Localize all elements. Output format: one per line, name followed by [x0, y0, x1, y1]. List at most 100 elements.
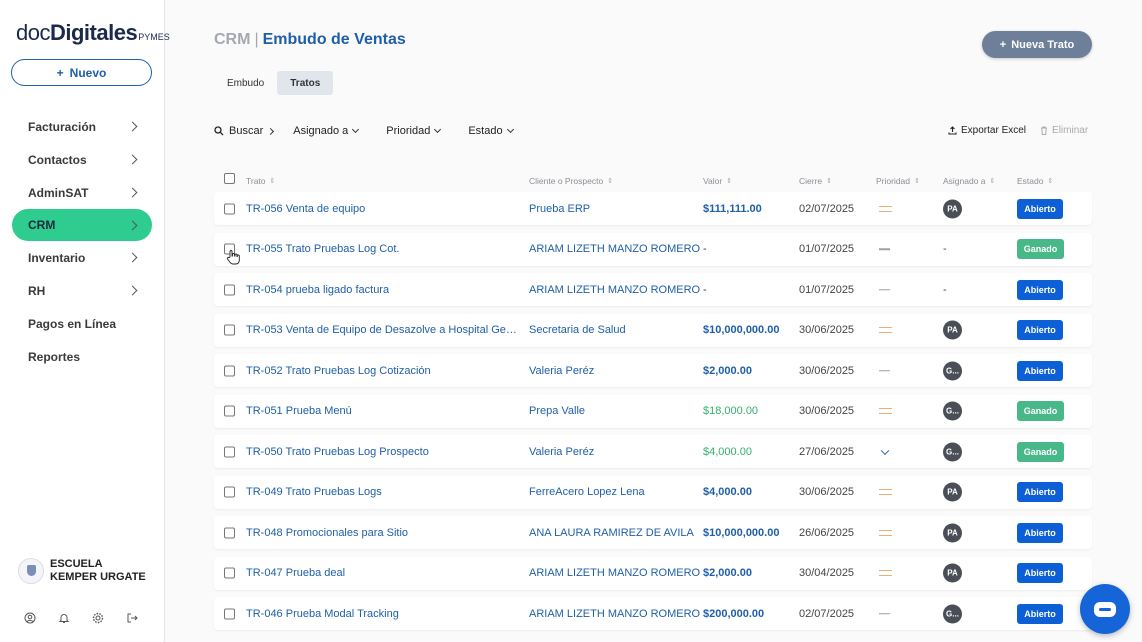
client-link[interactable]: Prueba ERP	[529, 203, 590, 215]
checkbox[interactable]	[224, 173, 235, 184]
chevron-right-icon	[127, 220, 138, 230]
deal-link[interactable]: TR-053 Venta de Equipo de Desazolve a Ho…	[246, 324, 518, 336]
status-badge[interactable]: Abierto	[1017, 603, 1063, 624]
client-link[interactable]: ARIAM LIZETH MANZO ROMERO	[529, 243, 700, 255]
deal-link[interactable]: TR-052 Trato Pruebas Log Cotización	[246, 365, 431, 377]
table-row[interactable]: TR-053 Venta de Equipo de Desazolve a Ho…	[214, 313, 1092, 347]
table-row[interactable]: TR-055 Trato Pruebas Log Cot. ARIAM LIZET…	[214, 232, 1092, 266]
client-link[interactable]: Valeria Peréz	[529, 446, 594, 458]
table-row[interactable]: TR-048 Promocionales para Sitio ANA LAURA…	[214, 516, 1092, 549]
client-link[interactable]: ANA LAURA RAMIREZ DE AVILA	[529, 527, 694, 539]
filter-assigned[interactable]: Asignado a	[293, 125, 360, 137]
select-all-checkbox[interactable]	[224, 173, 235, 184]
column-cliente[interactable]: Cliente o Prospecto ⇕	[529, 176, 613, 186]
column-asignado[interactable]: Asignado a ⇕	[943, 176, 995, 186]
column-estado[interactable]: Estado ⇕	[1017, 176, 1053, 186]
table-row[interactable]: TR-049 Trato Pruebas Logs FerreAcero Lope…	[214, 475, 1092, 509]
row-checkbox[interactable]	[224, 203, 235, 214]
export-excel-button[interactable]: Exportar Excel	[948, 125, 1026, 136]
status-badge[interactable]: Abierto	[1017, 279, 1063, 300]
logout-icon[interactable]	[126, 612, 138, 624]
sidebar-item-facturaci-n[interactable]: Facturación	[12, 110, 152, 143]
status-badge[interactable]: Ganado	[1017, 239, 1064, 259]
client-link[interactable]: ARIAM LIZETH MANZO ROMERO	[529, 608, 700, 620]
table-row[interactable]: TR-050 Trato Pruebas Log Prospecto Valeri…	[214, 435, 1092, 468]
sidebar-item-inventario[interactable]: Inventario	[12, 241, 152, 274]
client-link[interactable]: ARIAM LIZETH MANZO ROMERO	[529, 284, 700, 296]
sidebar-item-adminsat[interactable]: AdminSAT	[12, 176, 152, 209]
sidebar-item-pagos-en-l-nea[interactable]: Pagos en Línea	[12, 307, 152, 340]
sidebar-item-reportes[interactable]: Reportes	[12, 340, 152, 373]
new-deal-button[interactable]: + Nueva Trato	[982, 31, 1092, 58]
row-checkbox[interactable]	[224, 284, 235, 295]
breadcrumb-section[interactable]: CRM	[214, 31, 250, 48]
column-cierre[interactable]: Cierre ⇕	[799, 176, 832, 186]
avatar[interactable]: PA	[943, 523, 962, 542]
table-row[interactable]: TR-052 Trato Pruebas Log Cotización Valer…	[214, 354, 1092, 387]
status-badge[interactable]: Abierto	[1017, 563, 1063, 583]
column-prioridad[interactable]: Prioridad ⇕	[876, 176, 920, 186]
brand-logo[interactable]: docDigitalesPYMES	[16, 20, 170, 46]
row-checkbox[interactable]	[224, 527, 235, 538]
user-circle-icon[interactable]	[24, 612, 36, 624]
row-checkbox[interactable]	[224, 324, 235, 336]
filter-status[interactable]: Estado	[468, 125, 514, 137]
deal-link[interactable]: TR-050 Trato Pruebas Log Prospecto	[246, 446, 429, 458]
row-checkbox[interactable]	[224, 405, 235, 417]
client-link[interactable]: ARIAM LIZETH MANZO ROMERO	[529, 567, 700, 579]
status-badge[interactable]: Abierto	[1017, 482, 1063, 502]
status-badge[interactable]: Abierto	[1017, 198, 1063, 219]
avatar[interactable]: G...	[943, 361, 962, 380]
client-link[interactable]: Prepa Valle	[529, 405, 585, 417]
filter-priority[interactable]: Prioridad	[386, 125, 442, 137]
column-trato[interactable]: Trato ⇕	[246, 176, 275, 186]
new-button[interactable]: + Nuevo	[11, 59, 152, 86]
gear-icon[interactable]	[92, 612, 104, 624]
tab-tratos[interactable]: Tratos	[277, 71, 334, 95]
organization[interactable]: ESCUELA KEMPER URGATE	[18, 558, 150, 584]
avatar[interactable]: PA	[943, 563, 962, 583]
sidebar-item-crm[interactable]: CRM	[12, 209, 152, 241]
column-valor[interactable]: Valor ⇕	[703, 176, 732, 186]
status-badge[interactable]: Abierto	[1017, 522, 1063, 543]
client-link[interactable]: FerreAcero Lopez Lena	[529, 486, 645, 498]
row-checkbox[interactable]	[224, 486, 235, 498]
row-checkbox[interactable]	[224, 608, 235, 619]
deal-link[interactable]: TR-054 prueba ligado factura	[246, 284, 389, 296]
deal-link[interactable]: TR-051 Prueba Menú	[246, 405, 352, 417]
avatar[interactable]: PA	[943, 320, 962, 340]
delete-button[interactable]: Eliminar	[1040, 125, 1088, 136]
deal-link[interactable]: TR-049 Trato Pruebas Logs	[246, 486, 382, 498]
status-badge[interactable]: Abierto	[1017, 320, 1063, 340]
deal-link[interactable]: TR-055 Trato Pruebas Log Cot.	[246, 243, 399, 255]
table-row[interactable]: TR-056 Venta de equipo Prueba ERP $111,111…	[214, 192, 1092, 225]
sidebar-item-rh[interactable]: RH	[12, 274, 152, 307]
avatar[interactable]: PA	[943, 482, 962, 502]
bell-icon[interactable]	[58, 612, 70, 624]
deal-link[interactable]: TR-047 Prueba deal	[246, 567, 345, 579]
table-row[interactable]: TR-046 Prueba Modal Tracking ARIAM LIZETH…	[214, 597, 1092, 630]
deal-link[interactable]: TR-056 Venta de equipo	[246, 203, 365, 215]
status-badge[interactable]: Abierto	[1017, 360, 1063, 381]
status-badge[interactable]: Ganado	[1017, 401, 1064, 421]
avatar[interactable]: G...	[943, 442, 962, 461]
search-button[interactable]: Buscar	[214, 125, 275, 137]
avatar[interactable]: G...	[943, 401, 962, 421]
row-checkbox[interactable]	[224, 446, 235, 457]
tab-embudo[interactable]: Embudo	[214, 71, 277, 95]
chat-button[interactable]	[1080, 584, 1130, 634]
row-checkbox[interactable]	[224, 365, 235, 376]
row-checkbox[interactable]	[224, 567, 235, 579]
table-row[interactable]: TR-054 prueba ligado factura ARIAM LIZETH…	[214, 273, 1092, 306]
sidebar-item-contactos[interactable]: Contactos	[12, 143, 152, 176]
table-row[interactable]: TR-051 Prueba Menú Prepa Valle $18,000.00 3…	[214, 394, 1092, 428]
table-row[interactable]: TR-047 Prueba deal ARIAM LIZETH MANZO ROM…	[214, 556, 1092, 590]
deal-value: $2,000.00	[703, 567, 752, 579]
avatar[interactable]: G...	[943, 604, 962, 623]
deal-link[interactable]: TR-048 Promocionales para Sitio	[246, 527, 408, 539]
avatar[interactable]: PA	[943, 199, 962, 218]
client-link[interactable]: Valeria Peréz	[529, 365, 594, 377]
status-badge[interactable]: Ganado	[1017, 441, 1064, 462]
deal-link[interactable]: TR-046 Prueba Modal Tracking	[246, 608, 399, 620]
client-link[interactable]: Secretaria de Salud	[529, 324, 626, 336]
